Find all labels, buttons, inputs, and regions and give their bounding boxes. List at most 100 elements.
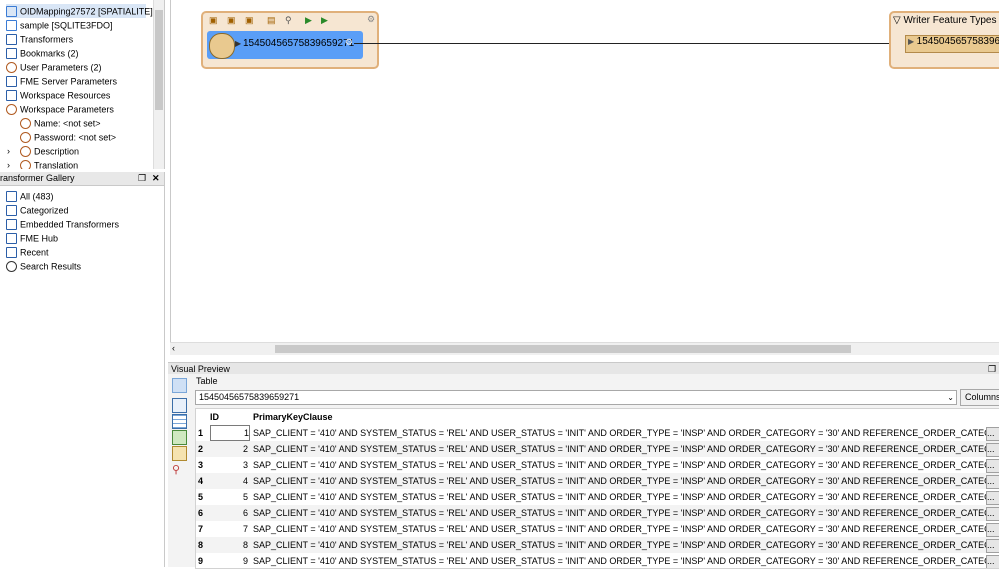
expand-arrow-icon[interactable]: ▶ — [235, 39, 241, 48]
gallery-item[interactable]: All (483) — [6, 189, 54, 203]
input-port-icon[interactable]: ▶ — [908, 37, 914, 46]
map-icon[interactable] — [172, 430, 187, 445]
graphics-icon[interactable] — [172, 398, 187, 413]
chevron-down-icon[interactable]: ⌄ — [947, 391, 954, 404]
navigator-scroll-thumb[interactable] — [155, 10, 163, 110]
add-reader-icon[interactable]: ▣ — [209, 15, 218, 26]
navigator-item-label: Description — [34, 146, 80, 157]
gallery-item-label: Embedded Transformers — [20, 219, 120, 230]
writer-bookmark[interactable]: ▽ Writer Feature Types ▶ 154504565758396… — [889, 11, 999, 69]
restore-icon[interactable]: ❐ — [138, 172, 146, 185]
workspace-canvas[interactable]: ▣ ▣ ▣ ▤ ⚲ ▶ ▶ ⚙ ▶ 15450456575839659271 ⚙… — [170, 0, 999, 344]
gallery-item[interactable]: Search Results — [6, 259, 81, 273]
canvas-horizontal-scrollbar[interactable]: ‹ — [170, 342, 999, 355]
expand-icon[interactable]: › — [7, 144, 10, 158]
table-view-icon[interactable] — [172, 414, 187, 429]
folder-icon[interactable]: ▤ — [267, 15, 276, 26]
navigator-item[interactable]: Workspace Resources — [6, 88, 146, 102]
view-icon[interactable] — [172, 378, 187, 393]
collapse-icon[interactable]: ▽ — [893, 15, 901, 26]
preview-toolbar: ⚲ — [168, 374, 192, 567]
navigator-item-label: Workspace Parameters — [20, 104, 114, 115]
ellipsis-button[interactable]: ... — [986, 459, 999, 473]
gallery-item[interactable]: Recent — [6, 245, 49, 259]
gallery-item[interactable]: Categorized — [6, 203, 69, 217]
column-header-primarykeyclause[interactable]: PrimaryKeyClause — [253, 409, 993, 425]
reader-gear-icon[interactable]: ⚙ — [345, 37, 353, 48]
navigator-scrollbar[interactable] — [153, 0, 164, 169]
row-number: 5 — [198, 492, 204, 502]
gallery-item[interactable]: Embedded Transformers — [6, 217, 119, 231]
bookmark-icon — [6, 48, 17, 60]
columns-button[interactable]: Columns... — [960, 389, 999, 406]
ellipsis-button[interactable]: ... — [986, 507, 999, 521]
ellipsis-button[interactable]: ... — [986, 491, 999, 505]
ellipsis-button[interactable]: ... — [986, 539, 999, 553]
navigator-item[interactable]: Transformers — [6, 32, 146, 46]
ellipsis-button[interactable]: ... — [986, 427, 999, 441]
id-cell[interactable]: 7 — [210, 521, 248, 537]
database-icon — [6, 6, 17, 18]
writer-feature-type[interactable]: ▶ 154504565758396592 — [905, 35, 999, 53]
row-number: 2 — [198, 444, 204, 454]
id-cell[interactable]: 4 — [210, 473, 248, 489]
id-cell[interactable]: 5 — [210, 489, 248, 505]
navigator-item[interactable]: Bookmarks (2) — [6, 46, 146, 60]
primarykeyclause-cell[interactable]: SAP_CLIENT = '410' AND SYSTEM_STATUS = '… — [253, 505, 986, 521]
search-icon[interactable]: ⚲ — [285, 15, 292, 26]
navigator-item[interactable]: Password: <not set> — [20, 130, 160, 144]
transformer-gallery: All (483) Categorized Embedded Transformer… — [0, 186, 165, 567]
reader-bookmark[interactable]: ▣ ▣ ▣ ▤ ⚲ ▶ ▶ ⚙ ▶ 15450456575839659271 ⚙ — [201, 11, 379, 69]
gear-icon — [20, 160, 31, 169]
writer-feature-name: 154504565758396592 — [916, 36, 999, 47]
navigator-item[interactable]: Workspace Parameters — [6, 102, 146, 116]
navigator-item[interactable]: › Translation — [7, 158, 160, 169]
transformer-icon — [6, 219, 17, 231]
ellipsis-button[interactable]: ... — [986, 523, 999, 537]
table-select[interactable]: 15450456575839659271 ⌄ — [195, 390, 957, 405]
primarykeyclause-cell[interactable]: SAP_CLIENT = '410' AND SYSTEM_STATUS = '… — [253, 473, 986, 489]
expand-icon[interactable]: › — [7, 158, 10, 169]
reader-feature-type[interactable]: ▶ 15450456575839659271 ⚙ — [207, 31, 363, 59]
feature-type-icon[interactable]: ▣ — [245, 15, 254, 26]
pin-icon[interactable]: ⚲ — [172, 464, 185, 477]
gallery-item[interactable]: FME Hub — [6, 231, 58, 245]
column-header-id[interactable]: ID — [210, 409, 250, 425]
run-icon[interactable]: ▶ — [305, 15, 312, 26]
primarykeyclause-cell[interactable]: SAP_CLIENT = '410' AND SYSTEM_STATUS = '… — [253, 441, 986, 457]
gear-icon — [6, 62, 17, 74]
gear-icon[interactable]: ⚙ — [367, 14, 375, 25]
navigator-item[interactable]: FME Server Parameters — [6, 74, 146, 88]
primarykeyclause-cell[interactable]: SAP_CLIENT = '410' AND SYSTEM_STATUS = '… — [253, 521, 986, 537]
run-to-icon[interactable]: ▶ — [321, 15, 328, 26]
id-cell[interactable]: 3 — [210, 457, 248, 473]
id-cell[interactable]: 6 — [210, 505, 248, 521]
primarykeyclause-cell[interactable]: SAP_CLIENT = '410' AND SYSTEM_STATUS = '… — [253, 457, 986, 473]
navigator-item-label: Password: <not set> — [34, 132, 117, 143]
navigator-item-label: Workspace Resources — [20, 90, 111, 101]
columns-button-label: Columns... — [965, 392, 999, 402]
navigator-item[interactable]: User Parameters (2) — [6, 60, 146, 74]
id-cell[interactable]: 2 — [210, 441, 248, 457]
ellipsis-button[interactable]: ... — [986, 443, 999, 457]
row-number: 8 — [198, 540, 204, 550]
navigator-item[interactable]: OIDMapping27572 [SPATIALITE] — [6, 4, 153, 18]
scroll-left-icon[interactable]: ‹ — [172, 343, 175, 353]
ellipsis-button[interactable]: ... — [986, 475, 999, 489]
primarykeyclause-cell[interactable]: SAP_CLIENT = '410' AND SYSTEM_STATUS = '… — [253, 537, 986, 553]
navigator-item-label: Name: <not set> — [34, 118, 101, 129]
add-writer-icon[interactable]: ▣ — [227, 15, 236, 26]
navigator-item[interactable]: › Description — [7, 144, 160, 158]
navigator-item[interactable]: Name: <not set> — [20, 116, 160, 130]
primarykeyclause-cell[interactable]: SAP_CLIENT = '410' AND SYSTEM_STATUS = '… — [253, 489, 986, 505]
connection-line[interactable] — [354, 43, 896, 44]
navigator-item[interactable]: sample [SQLITE3FDO] — [6, 18, 146, 32]
info-icon[interactable] — [172, 446, 187, 461]
primarykeyclause-cell[interactable]: SAP_CLIENT = '410' AND SYSTEM_STATUS = '… — [253, 425, 986, 441]
gear-icon — [20, 118, 31, 130]
close-icon[interactable]: ✕ — [152, 172, 160, 185]
id-cell[interactable]: 8 — [210, 537, 248, 553]
canvas-scroll-thumb[interactable] — [275, 345, 851, 353]
id-cell[interactable]: 1 — [210, 425, 250, 441]
gallery-item-label: FME Hub — [20, 233, 59, 244]
